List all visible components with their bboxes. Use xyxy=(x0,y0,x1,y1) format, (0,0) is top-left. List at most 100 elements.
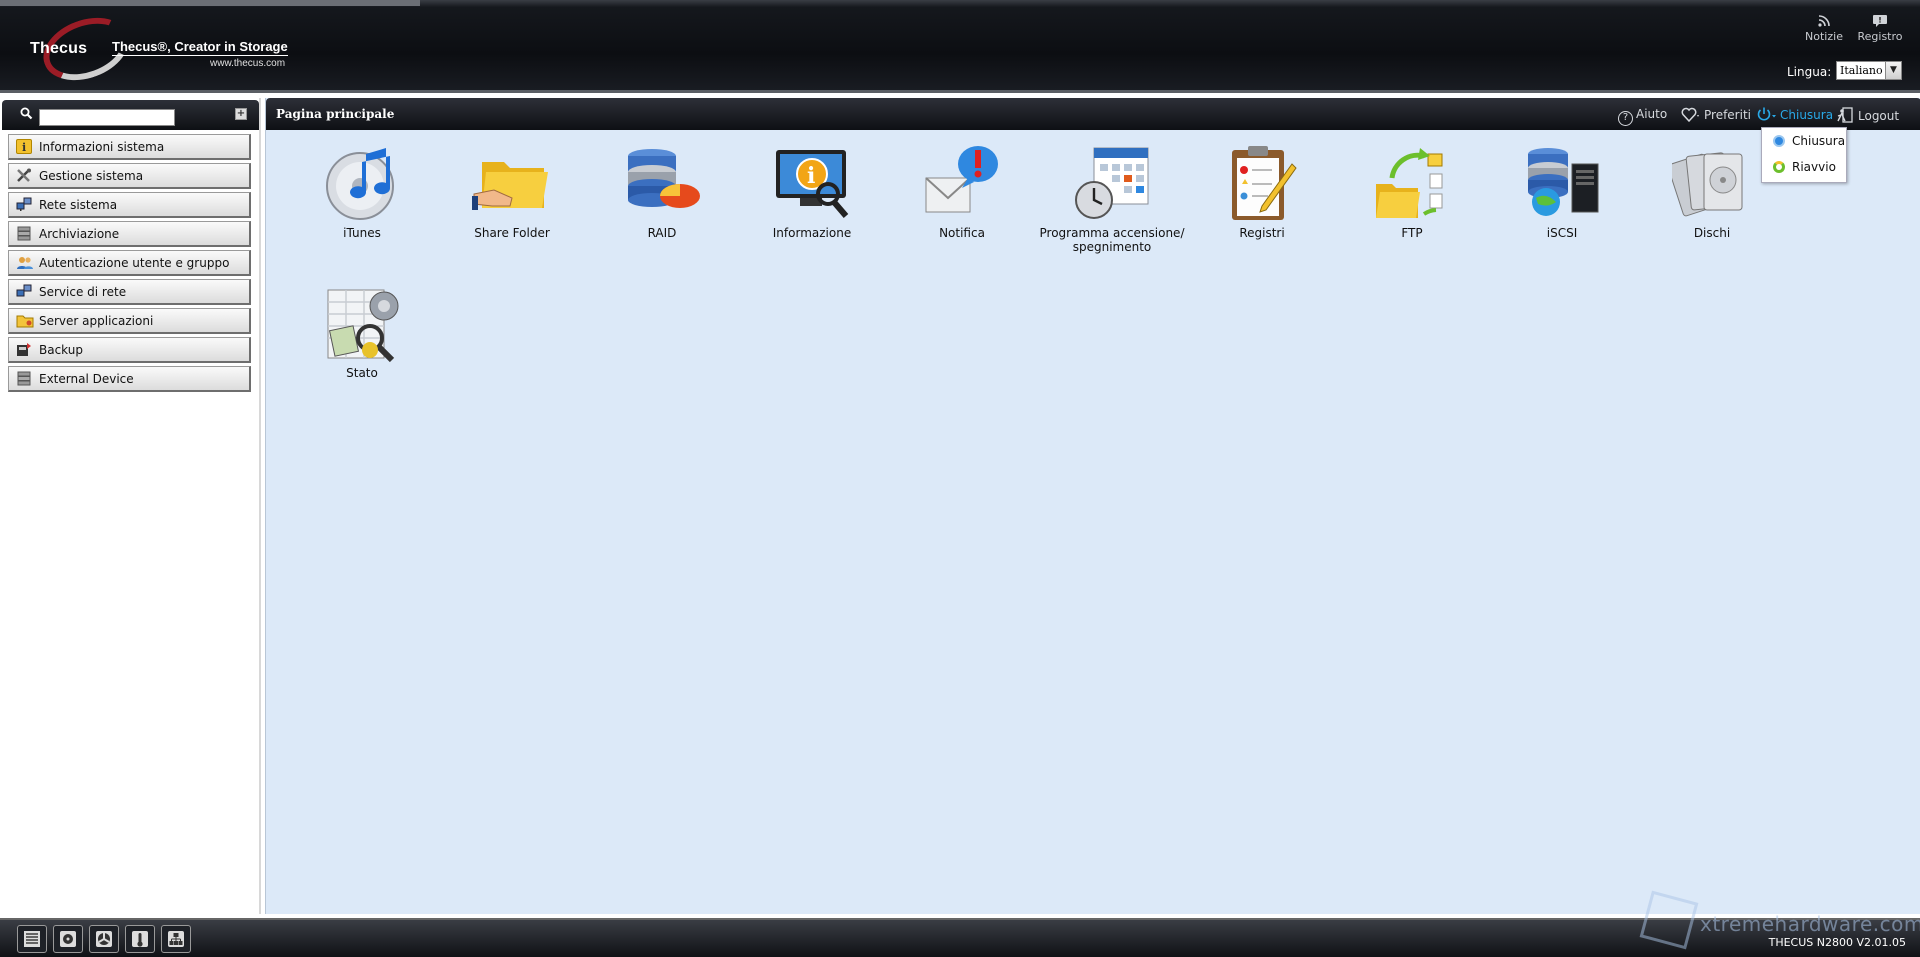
thecus-logo[interactable]: Thecus Thecus®, Creator in Storage www.t… xyxy=(22,6,294,92)
heart-icon xyxy=(1681,107,1701,125)
dropdown-item-label: Riavvio xyxy=(1792,160,1836,174)
sidebar-item-label: Informazioni sistema xyxy=(39,140,165,154)
status-icon xyxy=(322,284,402,364)
hdd-button[interactable] xyxy=(53,925,83,953)
sidebar: + i Informazioni sistema Gestione sistem… xyxy=(0,98,261,914)
rss-icon xyxy=(1816,14,1832,28)
app-raid[interactable]: RAID xyxy=(587,144,737,240)
sidebar-item-external-device[interactable]: External Device xyxy=(8,366,251,392)
power-icon xyxy=(1773,135,1785,147)
app-iscsi[interactable]: iSCSI xyxy=(1487,144,1637,240)
app-share-folder[interactable]: Share Folder xyxy=(437,144,587,240)
shutdown-menu-link[interactable]: Chiusura xyxy=(1756,107,1833,125)
schedule-icon xyxy=(1072,144,1152,224)
sidebar-item-server-applicazioni[interactable]: Server applicazioni xyxy=(8,308,251,334)
sidebar-item-autenticazione[interactable]: Autenticazione utente e gruppo xyxy=(8,250,251,276)
share-folder-icon xyxy=(472,144,552,224)
chevron-down-icon[interactable]: ▼ xyxy=(1885,62,1901,79)
svg-text:i: i xyxy=(22,141,26,153)
iscsi-icon xyxy=(1522,144,1602,224)
restart-icon xyxy=(1773,161,1785,173)
sidebar-menu: i Informazioni sistema Gestione sistema … xyxy=(8,134,251,395)
sidebar-item-label: Rete sistema xyxy=(39,198,118,212)
app-label: FTP xyxy=(1401,226,1423,240)
sidebar-item-label: Service di rete xyxy=(39,285,127,299)
raid-icon xyxy=(622,144,702,224)
app-ftp[interactable]: FTP xyxy=(1337,144,1487,240)
sidebar-item-label: Server applicazioni xyxy=(39,314,154,328)
svg-text:i: i xyxy=(807,163,815,189)
itunes-icon xyxy=(322,144,402,224)
language-label: Lingua: xyxy=(1787,65,1832,79)
shutdown-dropdown: Chiusura Riavvio xyxy=(1761,127,1847,183)
users-icon xyxy=(16,255,33,270)
sidebar-item-backup[interactable]: Backup xyxy=(8,337,251,363)
page-title: Pagina principale xyxy=(276,107,395,121)
watermark-text: xtremehardware.com xyxy=(1700,912,1920,936)
external-device-icon xyxy=(16,371,32,386)
app-label: Programma accensione/ spegnimento xyxy=(1039,226,1185,254)
sidebar-item-label: Backup xyxy=(39,343,83,357)
app-itunes[interactable]: iTunes xyxy=(287,144,437,240)
fan-button[interactable] xyxy=(89,925,119,953)
search-input[interactable] xyxy=(39,109,175,126)
logo-url: www.thecus.com xyxy=(210,58,286,69)
sidebar-item-gestione-sistema[interactable]: Gestione sistema xyxy=(8,163,251,189)
logout-label: Logout xyxy=(1858,109,1900,123)
search-icon xyxy=(20,107,33,123)
thermometer-icon xyxy=(131,930,149,948)
logout-icon xyxy=(1837,107,1854,126)
title-bar: Pagina principale ? Aiuto Preferiti Chius… xyxy=(266,98,1920,130)
add-icon[interactable]: + xyxy=(235,108,247,120)
app-label: RAID xyxy=(647,226,677,240)
ftp-icon xyxy=(1372,144,1452,224)
favorites-link[interactable]: Preferiti xyxy=(1681,107,1751,125)
thermometer-button[interactable] xyxy=(125,925,155,953)
footer-taskbar: THECUS N2800 V2.01.05 xyxy=(0,918,1920,957)
app-window: Thecus Thecus®, Creator in Storage www.t… xyxy=(0,0,1920,957)
info-icon: i xyxy=(16,139,32,154)
search-bar: + xyxy=(2,100,259,130)
sidebar-item-archiviazione[interactable]: Archiviazione xyxy=(8,221,251,247)
app-notifica[interactable]: Notifica xyxy=(887,144,1037,240)
power-icon xyxy=(1756,107,1778,125)
sidebar-item-service-di-rete[interactable]: Service di rete xyxy=(8,279,251,305)
help-icon: ? xyxy=(1618,111,1633,126)
sidebar-item-label: Gestione sistema xyxy=(39,169,144,183)
storage-icon xyxy=(16,226,32,241)
notification-icon xyxy=(922,144,1002,224)
sidebar-item-label: External Device xyxy=(39,372,134,386)
folder-app-icon xyxy=(16,313,34,328)
network-service-icon xyxy=(16,284,32,299)
news-link[interactable]: Notizie xyxy=(1798,14,1850,43)
sidebar-item-rete-sistema[interactable]: Rete sistema xyxy=(8,192,251,218)
shutdown-label: Chiusura xyxy=(1780,108,1834,122)
help-label: Aiuto xyxy=(1636,107,1668,121)
app-stato[interactable]: Stato xyxy=(287,284,437,380)
sidebar-item-label: Archiviazione xyxy=(39,227,120,241)
news-label: Notizie xyxy=(1805,30,1843,43)
dropdown-item-chiusura[interactable]: Chiusura xyxy=(1762,128,1846,154)
help-link[interactable]: ? Aiuto xyxy=(1618,107,1667,126)
main-panel: Pagina principale ? Aiuto Preferiti Chius… xyxy=(265,98,1920,914)
app-registri[interactable]: Registri xyxy=(1187,144,1337,240)
logout-link[interactable]: Logout xyxy=(1837,107,1899,126)
dropdown-item-riavvio[interactable]: Riavvio xyxy=(1762,154,1846,180)
language-select[interactable]: Italiano ▼ xyxy=(1836,61,1902,80)
sidebar-item-informazioni-sistema[interactable]: i Informazioni sistema xyxy=(8,134,251,160)
tools-icon xyxy=(16,168,32,183)
disk-status-button[interactable] xyxy=(17,925,47,953)
dropdown-item-label: Chiusura xyxy=(1792,134,1846,148)
log-label: Registro xyxy=(1857,30,1903,43)
app-programma-accensione[interactable]: Programma accensione/ spegnimento xyxy=(1037,144,1187,254)
fan-icon xyxy=(95,930,113,948)
backup-icon xyxy=(16,342,32,357)
app-informazione[interactable]: i Informazione xyxy=(737,144,887,240)
app-label: Informazione xyxy=(772,226,852,240)
firmware-version: THECUS N2800 V2.01.05 xyxy=(1768,936,1906,949)
network-tree-icon xyxy=(167,930,185,948)
log-link[interactable]: Registro xyxy=(1854,14,1906,43)
network-tree-button[interactable] xyxy=(161,925,191,953)
app-label: Dischi xyxy=(1693,226,1731,240)
information-icon: i xyxy=(772,144,852,224)
